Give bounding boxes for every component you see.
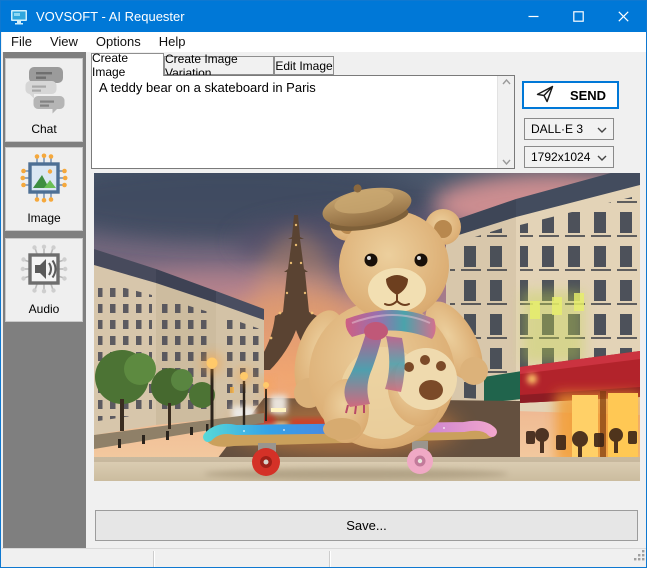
menu-options[interactable]: Options [87, 33, 150, 52]
close-button[interactable] [601, 1, 646, 32]
chevron-down-icon [597, 122, 607, 136]
sidebar-item-chat[interactable]: Chat [5, 58, 83, 142]
app-monitor-icon [10, 9, 28, 25]
prompt-box: A teddy bear on a skateboard in Paris [91, 75, 515, 169]
sidebar-item-label: Audio [28, 302, 60, 316]
size-select[interactable]: 1792x1024 [524, 146, 614, 168]
sidebar-item-label: Chat [31, 122, 57, 136]
status-bar [2, 548, 646, 567]
size-select-value: 1792x1024 [531, 150, 591, 164]
minimize-button[interactable] [511, 1, 556, 32]
chat-bubbles-icon [20, 64, 68, 119]
menu-file[interactable]: File [2, 33, 41, 52]
prompt-scrollbar[interactable] [497, 76, 514, 168]
sidebar: Chat Image Audio [3, 52, 86, 548]
scroll-down-icon[interactable] [501, 156, 511, 168]
send-button[interactable]: SEND [522, 81, 619, 109]
window-title: VOVSOFT - AI Requester [36, 9, 185, 24]
audio-ai-chip-icon [20, 244, 68, 299]
generated-image [94, 173, 640, 481]
title-bar: VOVSOFT - AI Requester [1, 1, 646, 32]
status-divider [153, 551, 154, 567]
model-select-value: DALL·E 3 [531, 122, 584, 136]
scroll-up-icon[interactable] [501, 76, 511, 88]
save-button[interactable]: Save... [95, 510, 638, 541]
sidebar-item-audio[interactable]: Audio [5, 238, 83, 322]
prompt-input[interactable]: A teddy bear on a skateboard in Paris [92, 76, 497, 168]
chevron-down-icon [597, 150, 607, 164]
send-button-label: SEND [569, 87, 607, 103]
send-plane-icon [535, 84, 555, 107]
menu-bar: File View Options Help [2, 32, 646, 52]
sidebar-item-label: Image [27, 211, 61, 225]
model-select[interactable]: DALL·E 3 [524, 118, 614, 140]
resize-grip-icon[interactable] [633, 548, 645, 566]
tab-create-image[interactable]: Create Image [91, 51, 164, 79]
tab-edit-image[interactable]: Edit Image [274, 56, 334, 75]
tab-create-image-variation[interactable]: Create Image Variation [164, 52, 274, 80]
status-divider [329, 551, 330, 567]
app-window: VOVSOFT - AI Requester File View Options… [0, 0, 647, 568]
save-button-label: Save... [346, 518, 387, 533]
maximize-button[interactable] [556, 1, 601, 32]
menu-help[interactable]: Help [150, 33, 195, 52]
sidebar-item-image[interactable]: Image [5, 147, 83, 231]
image-ai-chip-icon [20, 153, 68, 208]
menu-view[interactable]: View [41, 33, 87, 52]
